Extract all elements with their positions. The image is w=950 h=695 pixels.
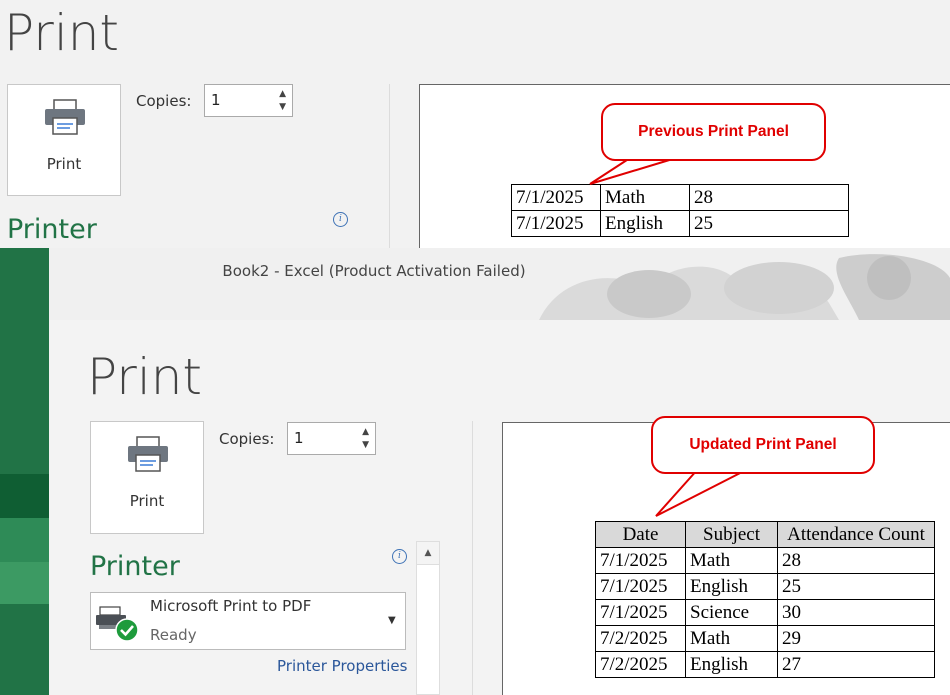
previous-panel-callout: Previous Print Panel [601, 103, 826, 161]
previous-print-panel: Print Print Copies: 1 ▲ ▼ Printer i 7/1/… [0, 0, 950, 250]
updated-panel-callout: Updated Print Panel [651, 416, 875, 474]
excel-window: Book2 - Excel (Product Activation Failed… [0, 248, 950, 695]
